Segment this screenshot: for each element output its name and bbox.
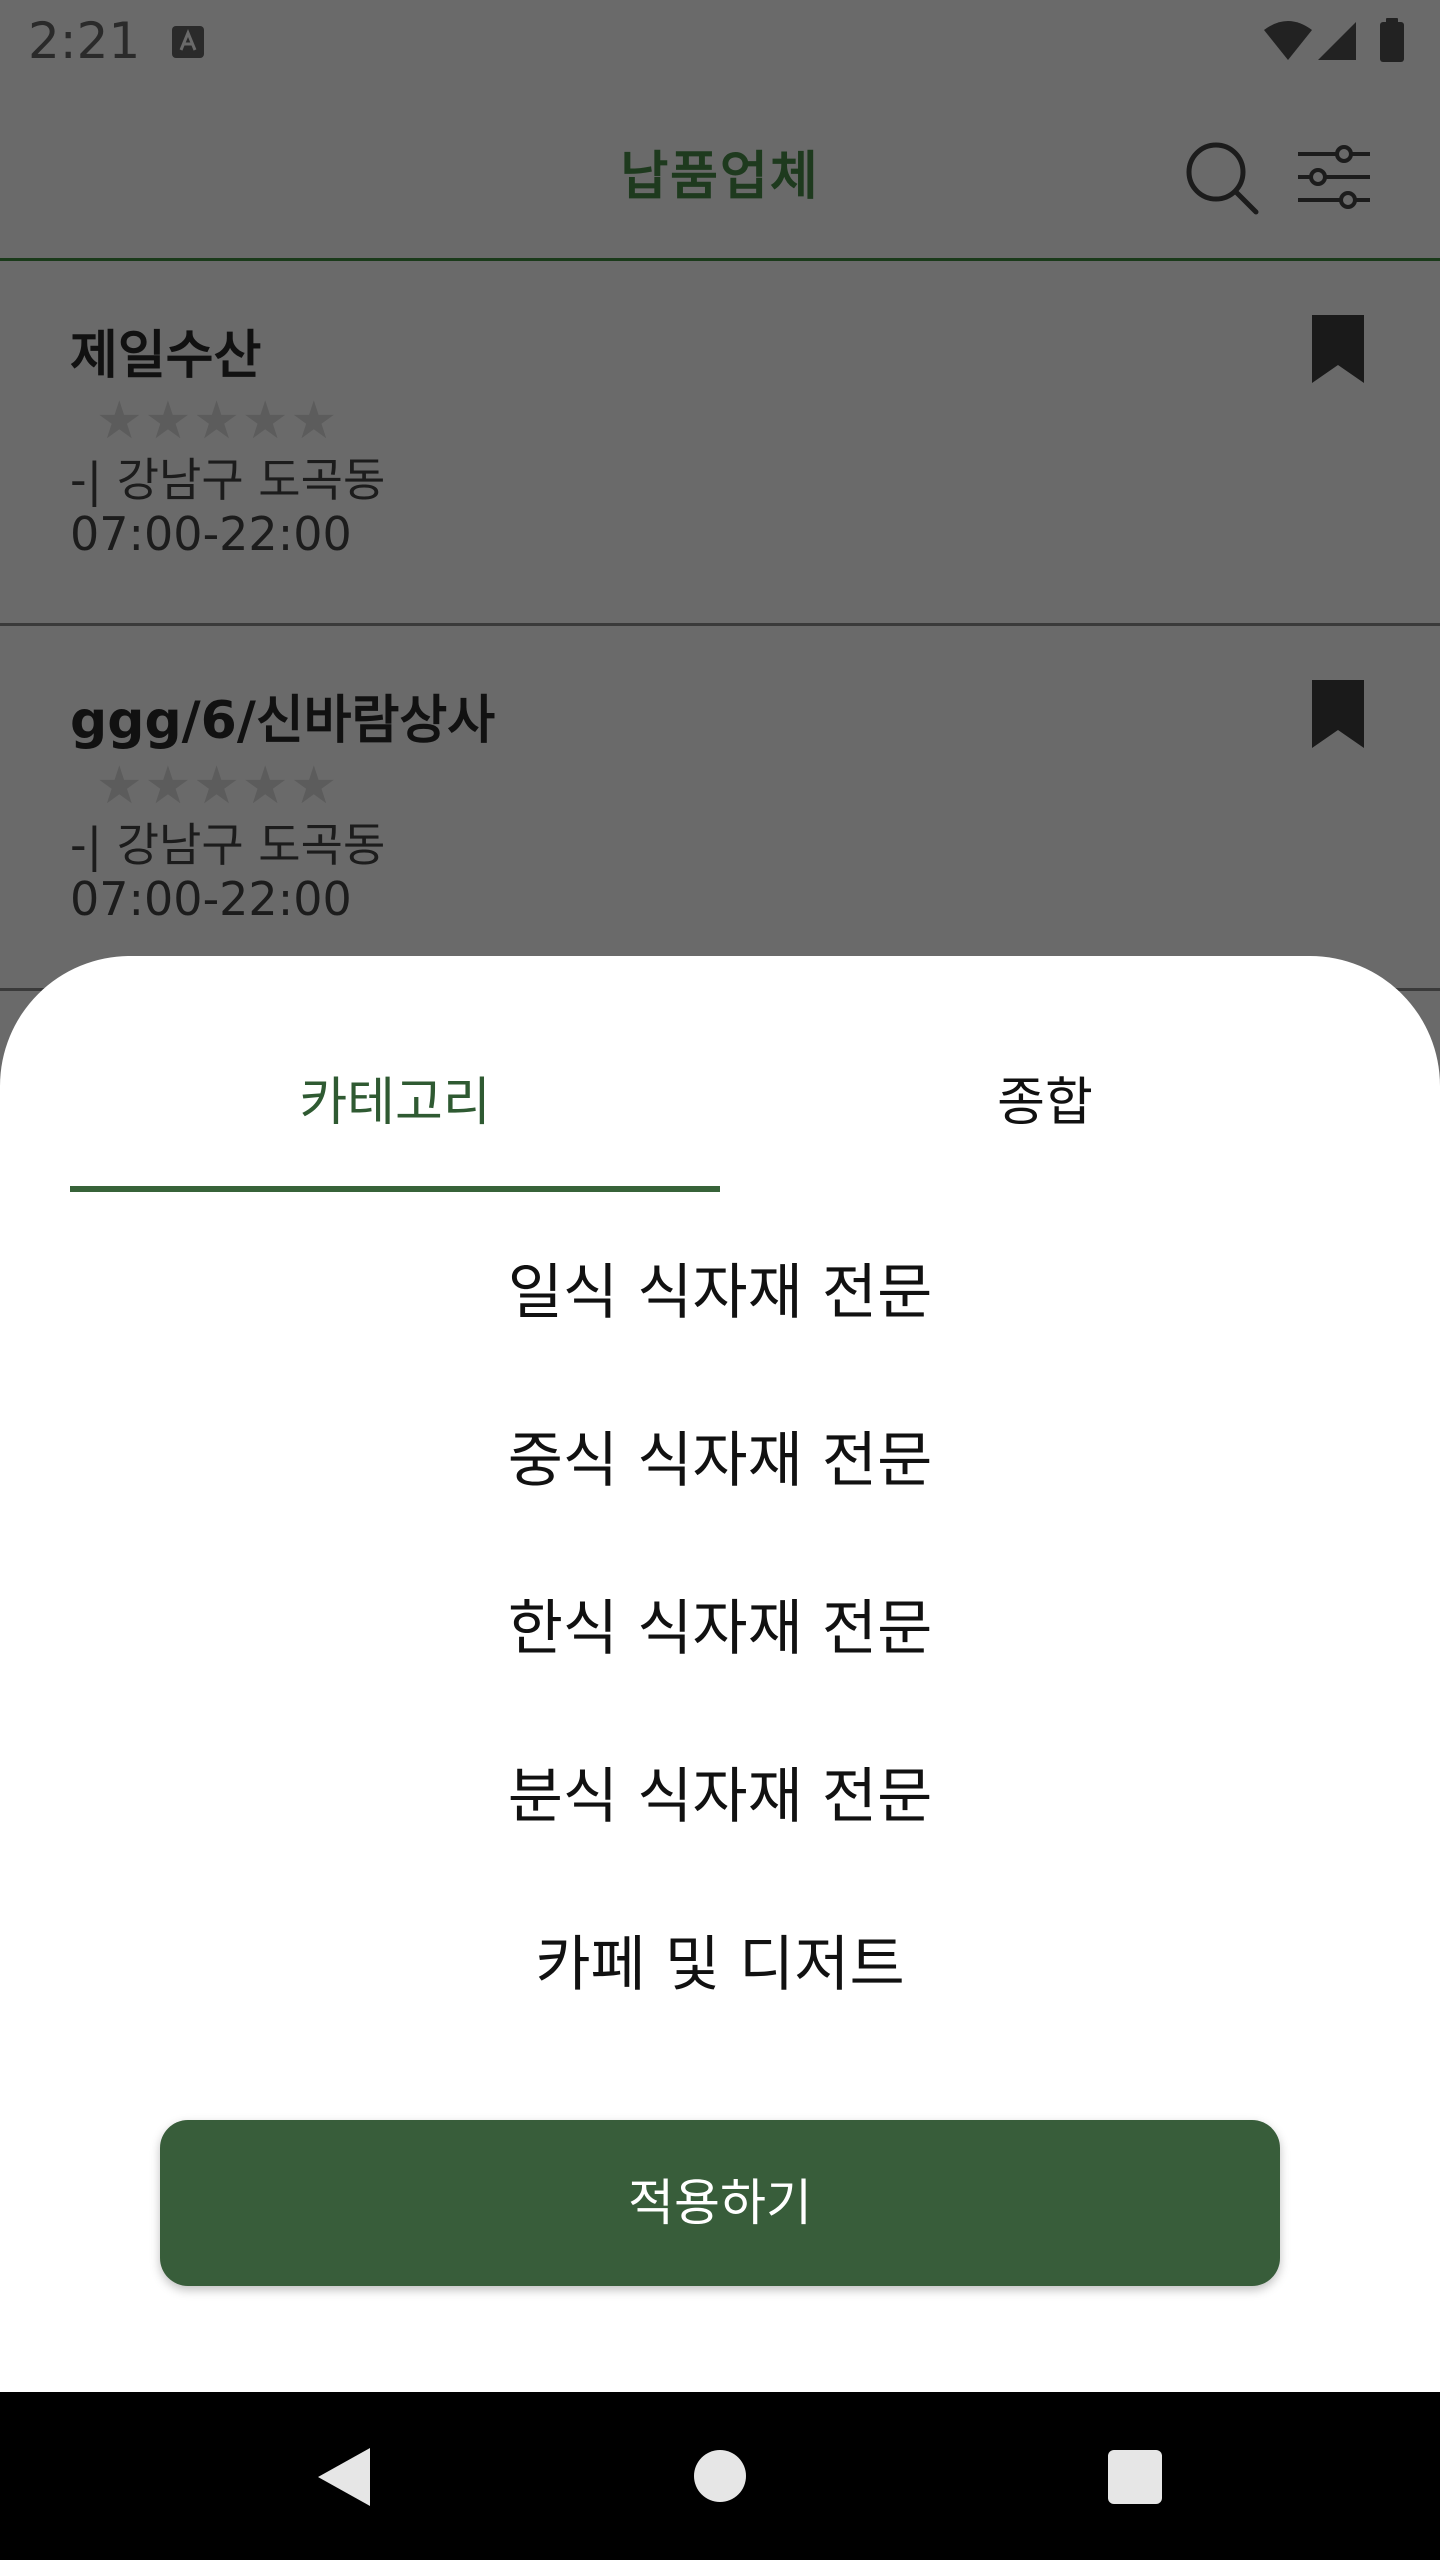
rating-stars: ★★★★★ <box>96 391 340 451</box>
tab-indicator <box>70 1186 720 1192</box>
recents-icon[interactable] <box>1108 2450 1162 2504</box>
list-item[interactable]: ggg/6/신바람상사 ★★★★★ -| 강남구 도곡동 07:00-22:00 <box>0 626 1440 991</box>
back-icon[interactable] <box>316 2446 372 2508</box>
tab-bar: 카테고리 종합 <box>70 1060 1370 1154</box>
filter-bottom-sheet: 카테고리 종합 일식 식자재 전문 중식 식자재 전문 한식 식자재 전문 분식… <box>0 956 1440 2392</box>
tab-overall[interactable]: 종합 <box>720 1060 1370 1154</box>
vendor-address: -| 강남구 도곡동 <box>70 453 386 507</box>
status-icons <box>1264 18 1404 62</box>
vendor-name: ggg/6/신바람상사 <box>70 691 496 751</box>
category-item[interactable]: 일식 식자재 전문 <box>0 1244 1440 1331</box>
status-bar: 2:21 <box>0 0 1440 84</box>
category-item[interactable]: 중식 식자재 전문 <box>0 1412 1440 1499</box>
system-nav-bar <box>0 2392 1440 2560</box>
tab-category[interactable]: 카테고리 <box>70 1060 720 1154</box>
a-keyboard-icon <box>172 26 204 58</box>
vendor-hours: 07:00-22:00 <box>70 872 352 926</box>
wifi-icon <box>1264 21 1312 60</box>
filter-sliders-icon[interactable] <box>1296 142 1372 212</box>
list-item[interactable]: 제일수산 ★★★★★ -| 강남구 도곡동 07:00-22:00 <box>0 261 1440 626</box>
search-icon[interactable] <box>1184 140 1260 216</box>
vendor-address: -| 강남구 도곡동 <box>70 818 386 872</box>
category-item[interactable]: 분식 식자재 전문 <box>0 1748 1440 1835</box>
apply-button[interactable]: 적용하기 <box>160 2120 1280 2286</box>
signal-icon <box>1318 22 1356 60</box>
home-icon[interactable] <box>694 2450 746 2502</box>
rating-stars: ★★★★★ <box>96 756 340 816</box>
status-time: 2:21 <box>28 12 141 70</box>
app-bar: 납품업체 <box>0 84 1440 261</box>
category-item[interactable]: 카페 및 디저트 <box>0 1916 1440 2003</box>
vendor-name: 제일수산 <box>70 326 262 386</box>
bookmark-icon[interactable] <box>1310 313 1366 385</box>
battery-icon <box>1380 22 1404 62</box>
category-item[interactable]: 한식 식자재 전문 <box>0 1580 1440 1667</box>
bookmark-icon[interactable] <box>1310 678 1366 750</box>
vendor-hours: 07:00-22:00 <box>70 507 352 561</box>
